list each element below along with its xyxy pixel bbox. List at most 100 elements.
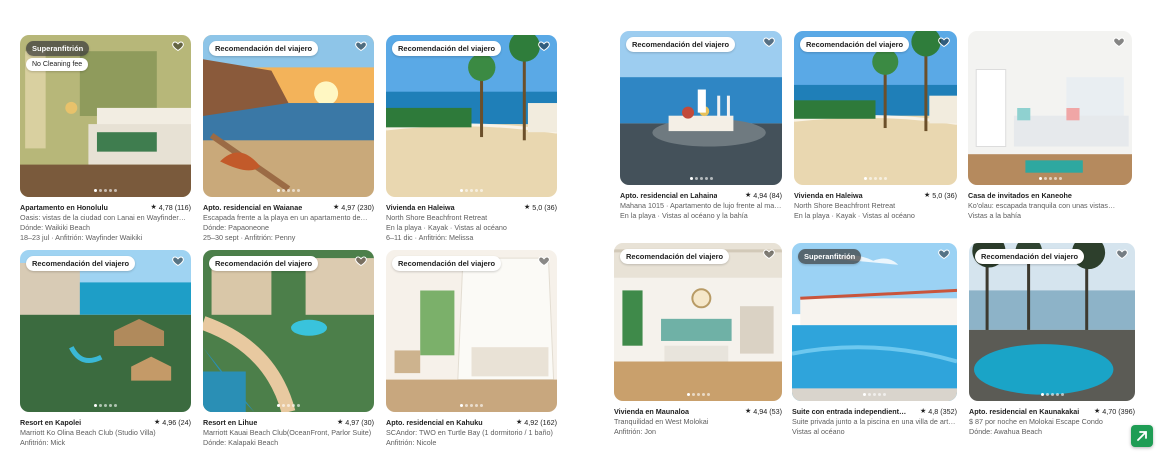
listing-title[interactable]: Apto. residencial en Lahaina — [620, 191, 717, 201]
listing-card[interactable]: Recomendación del viajero Vivienda en Hal… — [386, 35, 557, 243]
carousel-dot[interactable] — [475, 404, 478, 407]
carousel-dot[interactable] — [878, 393, 881, 396]
carousel-dot[interactable] — [109, 404, 112, 407]
heart-icon[interactable] — [538, 40, 550, 52]
carousel-dot[interactable] — [297, 404, 300, 407]
listing-photo[interactable]: Recomendación del viajero — [386, 250, 557, 412]
listing-card[interactable]: Superanfitrión No Cleaning fee Apartamento… — [20, 35, 191, 243]
carousel-dot[interactable] — [864, 177, 867, 180]
carousel-dot[interactable] — [873, 393, 876, 396]
heart-icon[interactable] — [938, 36, 950, 48]
carousel-dot[interactable] — [1048, 177, 1052, 180]
carousel-dot[interactable] — [470, 189, 473, 192]
listing-card[interactable]: Recomendación del viajero Vivienda en Hal… — [794, 31, 957, 221]
carousel-dot[interactable] — [1060, 393, 1064, 396]
carousel-dot[interactable] — [691, 393, 695, 396]
carousel-dot[interactable] — [277, 404, 280, 407]
listing-card[interactable]: Recomendación del viajero Resort en Kapol… — [20, 250, 191, 448]
listing-title[interactable]: Suite con entrada independiente en… — [792, 407, 907, 417]
listing-photo[interactable]: Recomendación del viajero — [203, 35, 374, 197]
heart-icon[interactable] — [355, 40, 367, 52]
carousel-dot[interactable] — [94, 404, 97, 407]
carousel-dot[interactable] — [282, 189, 285, 192]
listing-title[interactable]: Vivienda en Maunaloa — [614, 407, 689, 417]
carousel-dot[interactable] — [1055, 393, 1059, 396]
carousel-dot[interactable] — [701, 393, 705, 396]
listing-card[interactable]: Recomendación del viajero Apto. residenci… — [620, 31, 782, 221]
carousel-dot[interactable] — [706, 393, 710, 396]
carousel-dot[interactable] — [1058, 177, 1062, 180]
carousel-dot[interactable] — [1043, 177, 1047, 180]
listing-title[interactable]: Apartamento en Honolulu — [20, 203, 108, 213]
listing-title[interactable]: Vivienda en Haleiwa — [386, 203, 455, 213]
listing-photo[interactable]: Recomendación del viajero — [20, 250, 191, 412]
listing-title[interactable]: Vivienda en Haleiwa — [794, 191, 863, 201]
listing-photo[interactable]: Superanfitrión — [792, 243, 957, 401]
heart-icon[interactable] — [355, 255, 367, 267]
carousel-dot[interactable] — [292, 404, 295, 407]
listing-card[interactable]: Recomendación del viajero Vivienda en Mau… — [614, 243, 782, 437]
carousel-dot[interactable] — [465, 189, 468, 192]
carousel-dot[interactable] — [470, 404, 473, 407]
carousel-dot[interactable] — [879, 177, 882, 180]
listing-card[interactable]: Casa de invitados en Kaneohe Ko'olau: esc… — [968, 31, 1132, 221]
listing-title[interactable]: Casa de invitados en Kaneohe — [968, 191, 1072, 201]
heart-icon[interactable] — [763, 36, 775, 48]
carousel-dot[interactable] — [1040, 393, 1044, 396]
carousel-dot[interactable] — [99, 189, 102, 192]
heart-icon[interactable] — [938, 248, 950, 260]
carousel-dot[interactable] — [689, 177, 693, 180]
carousel-dot[interactable] — [480, 189, 483, 192]
carousel-dot[interactable] — [460, 189, 463, 192]
carousel-dot[interactable] — [1050, 393, 1054, 396]
carousel-dot[interactable] — [109, 189, 112, 192]
heart-icon[interactable] — [763, 248, 775, 260]
carousel-dot[interactable] — [287, 189, 290, 192]
carousel-dot[interactable] — [869, 177, 872, 180]
carousel-dot[interactable] — [480, 404, 483, 407]
carousel-dot[interactable] — [863, 393, 866, 396]
listing-photo[interactable]: Superanfitrión No Cleaning fee — [20, 35, 191, 197]
listing-card[interactable]: Superanfitrión Suite con entrada independ… — [792, 243, 957, 437]
listing-photo[interactable]: Recomendación del viajero — [386, 35, 557, 197]
carousel-dot[interactable] — [696, 393, 700, 396]
carousel-dot[interactable] — [1045, 393, 1049, 396]
carousel-dot[interactable] — [1053, 177, 1057, 180]
listing-card[interactable]: Recomendación del viajero Apto. residenci… — [969, 243, 1135, 437]
carousel-dot[interactable] — [282, 404, 285, 407]
listing-card[interactable]: Recomendación del viajero Apto. residenci… — [203, 35, 374, 243]
listing-photo[interactable]: Recomendación del viajero — [614, 243, 782, 401]
listing-photo[interactable]: Recomendación del viajero — [794, 31, 957, 185]
heart-icon[interactable] — [1116, 248, 1128, 260]
carousel-dot[interactable] — [874, 177, 877, 180]
carousel-dot[interactable] — [460, 404, 463, 407]
carousel-dot[interactable] — [1038, 177, 1042, 180]
carousel-dot[interactable] — [884, 177, 887, 180]
carousel-dot[interactable] — [704, 177, 708, 180]
listing-title[interactable]: Apto. residencial en Kahuku — [386, 418, 483, 428]
listing-title[interactable]: Resort en Lihue — [203, 418, 257, 428]
carousel-dot[interactable] — [465, 404, 468, 407]
carousel-dot[interactable] — [287, 404, 290, 407]
heart-icon[interactable] — [538, 255, 550, 267]
listing-photo[interactable]: Recomendación del viajero — [969, 243, 1135, 401]
heart-icon[interactable] — [1113, 36, 1125, 48]
listing-card[interactable]: Recomendación del viajero Apto. residenci… — [386, 250, 557, 448]
carousel-dot[interactable] — [104, 189, 107, 192]
heart-icon[interactable] — [172, 40, 184, 52]
carousel-dot[interactable] — [114, 189, 117, 192]
carousel-dot[interactable] — [686, 393, 690, 396]
listing-card[interactable]: Recomendación del viajero Resort en Lihue… — [203, 250, 374, 448]
listing-title[interactable]: Resort en Kapolei — [20, 418, 81, 428]
listing-title[interactable]: Apto. residencial en Waianae — [203, 203, 302, 213]
carousel-dot[interactable] — [104, 404, 107, 407]
carousel-dot[interactable] — [883, 393, 886, 396]
carousel-dot[interactable] — [99, 404, 102, 407]
carousel-dot[interactable] — [292, 189, 295, 192]
share-extension-button[interactable] — [1131, 425, 1153, 447]
carousel-dot[interactable] — [475, 189, 478, 192]
listing-photo[interactable]: Recomendación del viajero — [203, 250, 374, 412]
carousel-dot[interactable] — [277, 189, 280, 192]
carousel-dot[interactable] — [699, 177, 703, 180]
carousel-dot[interactable] — [709, 177, 713, 180]
